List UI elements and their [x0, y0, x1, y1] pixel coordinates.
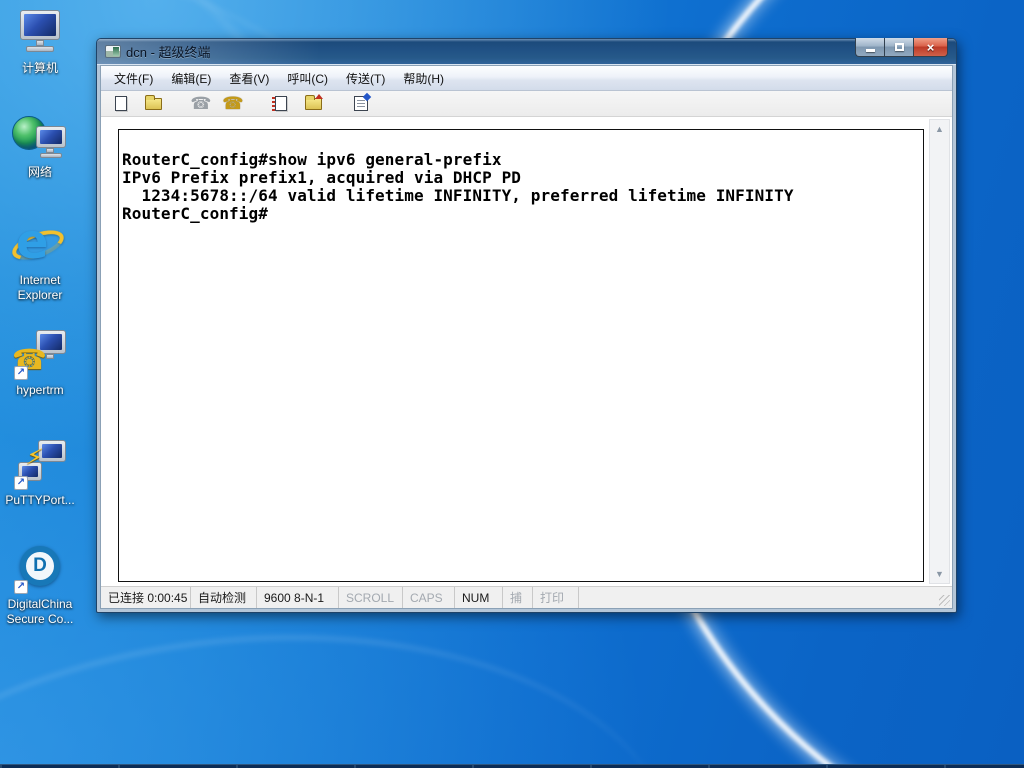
hyperterminal-icon: ☎ ↗	[12, 330, 68, 380]
status-capture: 捕	[503, 587, 533, 608]
window-body: 文件(F) 编辑(E) 查看(V) 呼叫(C) 传送(T) 帮助(H) ☎ ☎	[100, 65, 953, 609]
scroll-up-icon[interactable]: ▲	[935, 120, 944, 138]
toolbar: ☎ ☎	[101, 91, 952, 117]
background-wave	[0, 587, 709, 768]
hyperterminal-window: dcn - 超级终端 × 文件(F) 编辑(E) 查看(V) 呼叫(C) 传送(…	[96, 38, 957, 613]
terminal-screen[interactable]: RouterC_config#show ipv6 general-prefix …	[118, 129, 924, 582]
properties-button[interactable]	[349, 93, 373, 115]
putty-icon: ⚡ ↗	[12, 440, 68, 490]
desktop: 计算机 网络 e Internet Explorer ☎ ↗ hypertrm	[0, 0, 1024, 768]
desktop-icon-network[interactable]: 网络	[2, 112, 78, 180]
title-bar[interactable]: dcn - 超级终端 ×	[97, 38, 956, 65]
digitalchina-icon: D ↗	[12, 544, 68, 594]
receive-file-button[interactable]	[301, 93, 325, 115]
desktop-icon-puttyport[interactable]: ⚡ ↗ PuTTYPort...	[2, 440, 78, 508]
maximize-button[interactable]	[884, 38, 913, 57]
monitor-base	[26, 46, 54, 52]
close-button[interactable]: ×	[913, 38, 948, 57]
send-file-icon	[275, 96, 287, 111]
menu-view[interactable]: 查看(V)	[220, 66, 278, 91]
status-num: NUM	[455, 587, 503, 608]
hang-up-phone-icon: ☎	[222, 94, 244, 113]
desktop-icon-label: Internet Explorer	[17, 273, 63, 302]
receive-folder-icon	[304, 94, 322, 110]
send-dots-shape	[272, 96, 275, 111]
taskbar-edge[interactable]	[0, 764, 1024, 768]
monitor-shape	[20, 10, 60, 40]
window-title: dcn - 超级终端	[126, 45, 211, 60]
menu-edit[interactable]: 编辑(E)	[162, 66, 220, 91]
desktop-icon-internet-explorer[interactable]: e Internet Explorer	[2, 216, 78, 303]
new-connection-button[interactable]	[109, 93, 133, 115]
call-phone-icon: ☎	[190, 94, 212, 113]
status-baud: 9600 8-N-1	[257, 587, 339, 608]
menu-transfer[interactable]: 传送(T)	[337, 66, 394, 91]
desktop-icon-label: 计算机	[21, 61, 58, 75]
terminal-client-area: RouterC_config#show ipv6 general-prefix …	[101, 117, 952, 586]
internet-explorer-icon: e	[8, 216, 68, 270]
shortcut-arrow-icon: ↗	[14, 580, 28, 594]
terminal-line: RouterC_config#	[122, 204, 268, 223]
desktop-icon-label: DigitalChina Secure Co...	[6, 597, 74, 626]
menu-bar: 文件(F) 编辑(E) 查看(V) 呼叫(C) 传送(T) 帮助(H)	[101, 66, 952, 91]
screen-shape	[40, 130, 62, 144]
open-button[interactable]	[141, 93, 165, 115]
desktop-icon-label: PuTTYPort...	[5, 493, 75, 507]
menu-file[interactable]: 文件(F)	[105, 66, 162, 91]
shortcut-arrow-icon: ↗	[14, 476, 28, 490]
close-icon: ×	[926, 39, 935, 55]
minimize-button[interactable]	[855, 38, 884, 57]
status-scroll: SCROLL	[339, 587, 403, 608]
desktop-icon-label: 网络	[27, 165, 52, 179]
monitor-base	[40, 153, 62, 158]
monitor-stand	[46, 354, 54, 359]
resize-grip[interactable]	[939, 595, 950, 606]
ie-e-glyph: e	[16, 214, 49, 270]
terminal-line: RouterC_config#show ipv6 general-prefix	[122, 150, 502, 169]
network-icon	[12, 112, 68, 162]
desktop-icon-digitalchina[interactable]: D ↗ DigitalChina Secure Co...	[2, 544, 78, 627]
status-detect: 自动检测	[191, 587, 257, 608]
app-icon	[105, 45, 121, 58]
desktop-icon-computer[interactable]: 计算机	[2, 8, 78, 76]
status-print: 打印	[533, 587, 579, 608]
open-folder-icon	[144, 94, 162, 110]
properties-icon	[354, 96, 368, 111]
status-connection: 已连接 0:00:45	[101, 587, 191, 608]
monitor-shape	[36, 126, 66, 148]
desktop-icon-label: hypertrm	[16, 383, 64, 397]
maximize-icon	[894, 43, 904, 51]
call-button[interactable]: ☎	[189, 93, 213, 115]
computer-icon	[12, 8, 68, 58]
new-connection-icon	[115, 96, 127, 111]
hang-up-button[interactable]: ☎	[221, 93, 245, 115]
send-file-button[interactable]	[269, 93, 293, 115]
screen-shape	[24, 14, 56, 36]
scroll-down-icon[interactable]: ▼	[935, 565, 944, 583]
vertical-scrollbar[interactable]: ▲ ▼	[929, 119, 950, 584]
screen-shape	[42, 444, 62, 458]
status-bar: 已连接 0:00:45 自动检测 9600 8-N-1 SCROLL CAPS …	[101, 586, 952, 608]
minimize-icon	[865, 48, 875, 52]
terminal-line: 1234:5678::/64 valid lifetime INFINITY, …	[122, 186, 794, 205]
shortcut-arrow-icon: ↗	[14, 366, 28, 380]
caption-buttons: ×	[855, 38, 948, 57]
receive-arrow-shape	[315, 93, 323, 99]
menu-call[interactable]: 呼叫(C)	[278, 66, 337, 91]
status-caps: CAPS	[403, 587, 455, 608]
lightning-shape: ⚡	[24, 442, 45, 473]
desktop-icon-hypertrm[interactable]: ☎ ↗ hypertrm	[2, 330, 78, 398]
terminal-line: IPv6 Prefix prefix1, acquired via DHCP P…	[122, 168, 522, 187]
menu-help[interactable]: 帮助(H)	[394, 66, 453, 91]
